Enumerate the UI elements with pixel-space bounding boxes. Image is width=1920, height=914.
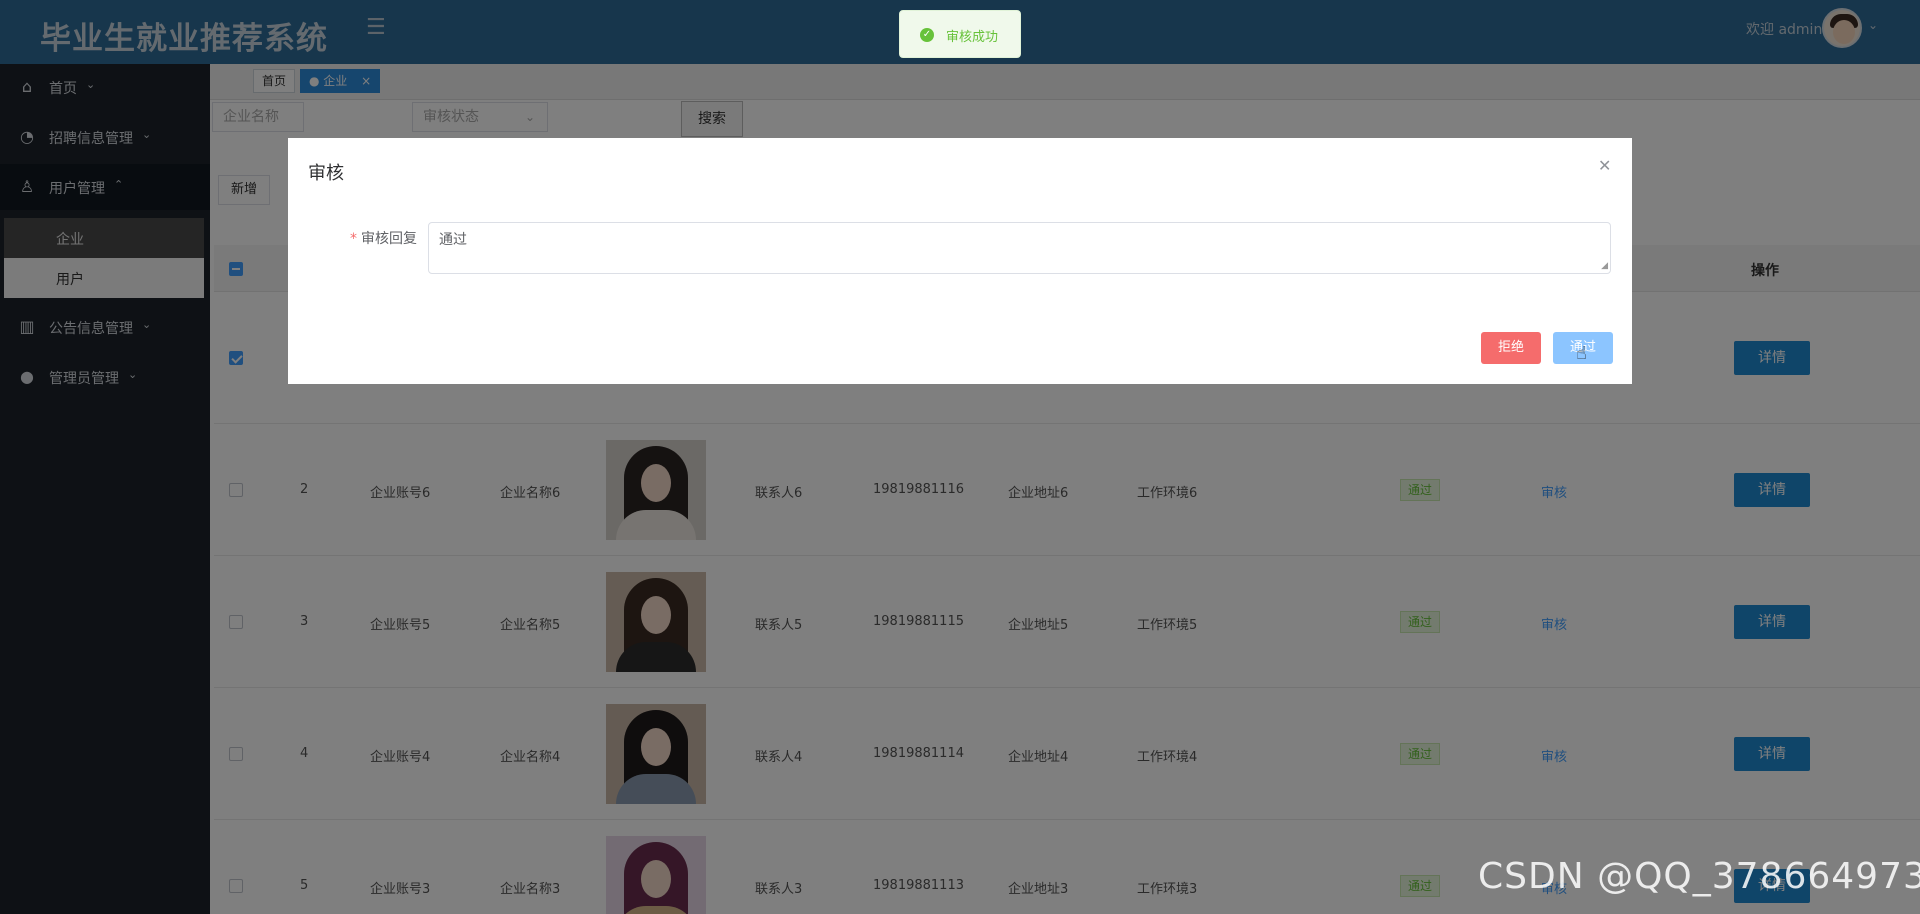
- review-reply-label-text: 审核回复: [361, 231, 417, 247]
- review-dialog: 审核 ✕ * 审核回复 通过 ◢ 拒绝 通过 ☝: [288, 138, 1632, 384]
- resize-handle-icon[interactable]: ◢: [1601, 261, 1608, 271]
- required-mark: *: [350, 231, 357, 247]
- hand-cursor-icon: ☝: [1576, 343, 1587, 364]
- watermark: CSDN @QQ_3786649731: [1478, 856, 1920, 897]
- review-reply-value: 通过: [439, 232, 467, 248]
- success-toast: ✓ 审核成功: [899, 10, 1021, 58]
- reject-button[interactable]: 拒绝: [1481, 332, 1541, 364]
- toast-message: 审核成功: [946, 30, 999, 45]
- close-icon[interactable]: ✕: [1598, 156, 1611, 175]
- dialog-title: 审核: [308, 163, 344, 184]
- review-reply-textarea[interactable]: 通过 ◢: [428, 222, 1611, 274]
- check-circle-icon: ✓: [920, 28, 934, 42]
- review-reply-label: * 审核回复: [350, 228, 417, 248]
